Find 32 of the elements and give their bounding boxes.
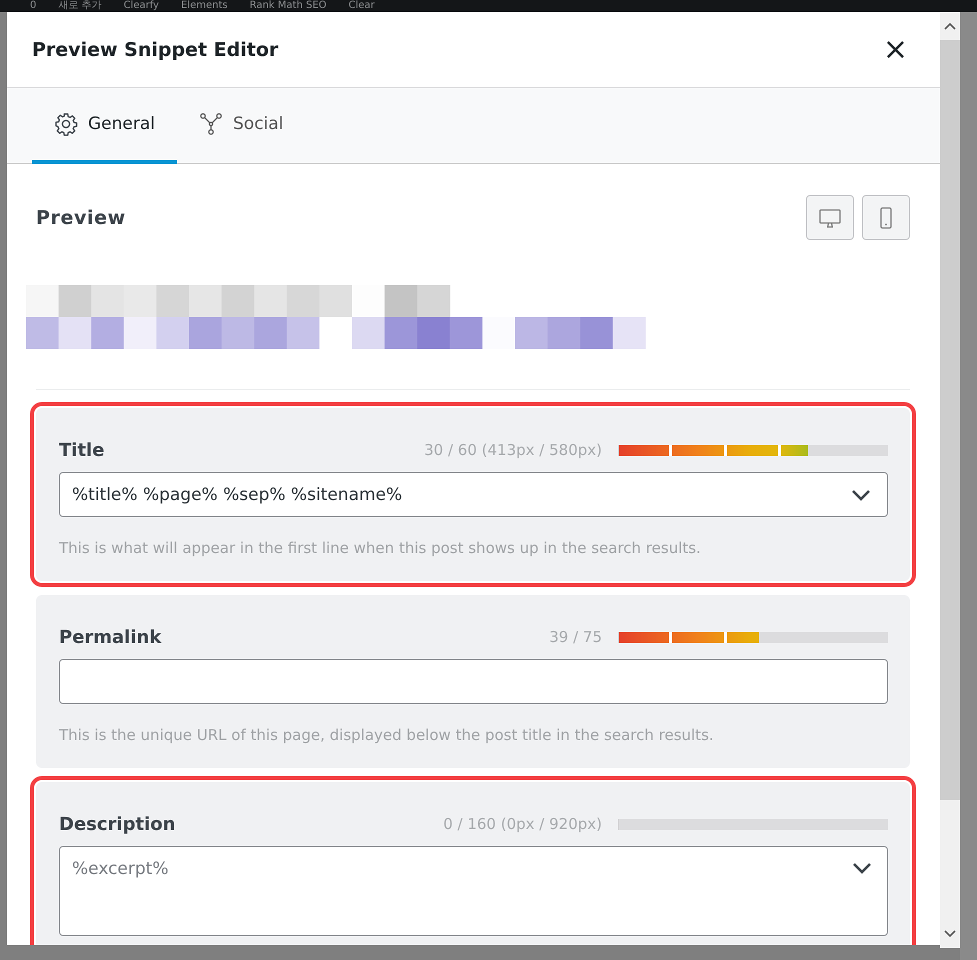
scrollbar[interactable]	[940, 12, 960, 948]
chevron-down-icon	[852, 862, 872, 874]
admin-bar-item[interactable]: 0	[30, 0, 36, 12]
tab[interactable]: Social	[177, 88, 306, 164]
tab[interactable]: General	[32, 88, 177, 164]
admin-bar-item[interactable]: 새로 추가	[58, 0, 102, 12]
admin-bar-item[interactable]: Elements	[180, 0, 228, 12]
field-label: Description	[59, 814, 176, 834]
description-field[interactable]: %excerpt%	[59, 846, 888, 936]
dialog-title: Preview Snippet Editor	[32, 38, 278, 60]
scroll-down-icon[interactable]	[944, 930, 956, 938]
field-label: Title	[59, 440, 106, 460]
network-nodes-icon	[199, 112, 223, 136]
character-counter: 0 / 160 (0px / 920px)	[443, 815, 602, 833]
title-template-field[interactable]: %title% %page% %sep% %sitename%	[59, 472, 888, 517]
scrollbar-thumb[interactable]	[940, 40, 960, 800]
scroll-up-icon[interactable]	[944, 22, 956, 30]
field-label: Permalink	[59, 626, 162, 648]
section-heading: Preview	[36, 206, 126, 228]
settings-icon	[54, 112, 78, 136]
admin-bar-item[interactable]: Clearfy	[124, 0, 159, 12]
admin-bar-item[interactable]: Clear	[348, 0, 375, 12]
character-counter: 39 / 75	[549, 628, 602, 646]
help-text: This is what will appear in the first line when this post shows up in the search results.	[59, 539, 702, 557]
permalink-field[interactable]	[59, 659, 888, 704]
admin-bar-item[interactable]: Rank Math SEO	[250, 0, 327, 12]
character-counter: 30 / 60 (413px / 580px)	[424, 441, 602, 459]
chevron-down-icon	[851, 488, 871, 500]
close-button[interactable]: ×	[878, 34, 912, 64]
mobile-view-button[interactable]	[862, 195, 910, 240]
help-text: This is the unique URL of this page, displayed below the post title in the search results.	[59, 726, 715, 744]
desktop-view-button[interactable]	[806, 195, 854, 240]
